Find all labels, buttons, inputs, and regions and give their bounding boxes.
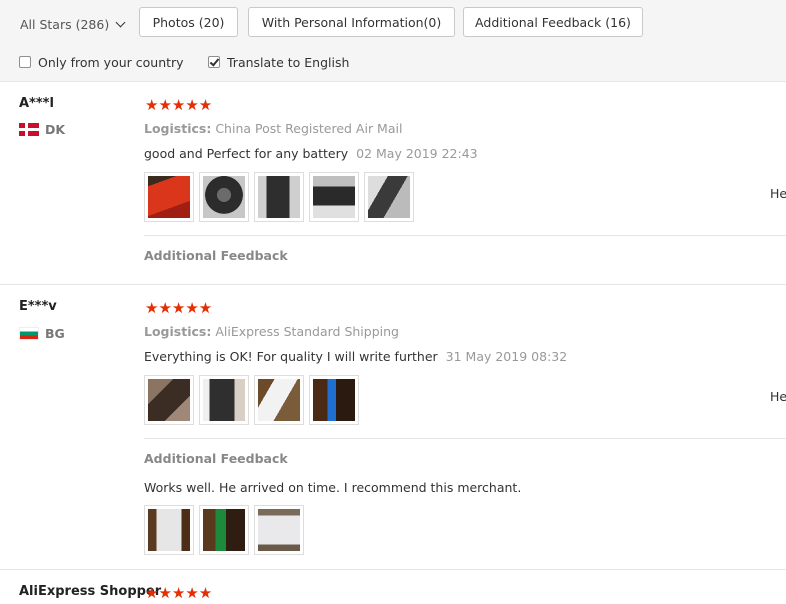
- review-item: AliExpress Shopper ★★★★★: [0, 570, 786, 604]
- denmark-flag-icon: [19, 123, 39, 136]
- star-filter-label: All Stars (286): [20, 16, 110, 32]
- review-photo-thumb[interactable]: [144, 375, 194, 425]
- star-filter-select[interactable]: All Stars (286): [20, 16, 126, 32]
- review-text-line: Everything is OK! For quality I will wri…: [144, 349, 567, 364]
- country-code: DK: [45, 122, 66, 137]
- review-item: A***l DK ★★★★★ Logistics: China Post Reg…: [0, 82, 786, 285]
- additional-feedback-photos: [144, 505, 304, 555]
- only-country-label: Only from your country: [38, 54, 184, 70]
- star-rating: ★★★★★: [145, 299, 213, 317]
- star-rating: ★★★★★: [145, 96, 213, 114]
- translate-label: Translate to English: [227, 54, 350, 70]
- additional-feedback-heading: Additional Feedback: [144, 248, 288, 263]
- additional-feedback-filter-button[interactable]: Additional Feedback (16): [463, 7, 643, 37]
- only-country-option[interactable]: Only from your country: [19, 53, 184, 71]
- review-text: good and Perfect for any battery: [144, 146, 349, 161]
- review-filter-bar: All Stars (286) Photos (20) With Persona…: [0, 0, 786, 82]
- logistics-info: Logistics: AliExpress Standard Shipping: [144, 324, 399, 339]
- logistics-key: Logistics:: [144, 324, 212, 339]
- reviewer-name: A***l: [19, 96, 54, 111]
- review-photo-thumb[interactable]: [309, 172, 359, 222]
- review-photo-thumb[interactable]: [144, 172, 194, 222]
- additional-feedback-heading: Additional Feedback: [144, 451, 288, 466]
- reviewer-name: AliExpress Shopper: [19, 584, 162, 599]
- review-photo-thumb[interactable]: [199, 172, 249, 222]
- helpful-label[interactable]: He: [770, 389, 786, 404]
- translate-option[interactable]: Translate to English: [208, 53, 349, 71]
- review-photos: [144, 375, 359, 425]
- review-item: E***v BG ★★★★★ Logistics: AliExpress Sta…: [0, 285, 786, 570]
- logistics-value: China Post Registered Air Mail: [215, 121, 403, 136]
- bulgaria-flag-icon: [19, 327, 39, 340]
- review-text-line: good and Perfect for any battery 02 May …: [144, 146, 478, 161]
- review-photo-thumb[interactable]: [254, 505, 304, 555]
- translate-checkbox[interactable]: [208, 56, 220, 68]
- review-date: 31 May 2019 08:32: [445, 349, 568, 364]
- reviewer-name: E***v: [19, 299, 57, 314]
- logistics-value: AliExpress Standard Shipping: [215, 324, 399, 339]
- review-date: 02 May 2019 22:43: [356, 146, 478, 161]
- review-photo-thumb[interactable]: [254, 375, 304, 425]
- star-rating: ★★★★★: [145, 584, 213, 602]
- country-code: BG: [45, 326, 65, 341]
- helpful-label[interactable]: He: [770, 186, 786, 201]
- review-photos: [144, 172, 414, 222]
- review-photo-thumb[interactable]: [309, 375, 359, 425]
- logistics-key: Logistics:: [144, 121, 212, 136]
- photos-filter-button[interactable]: Photos (20): [139, 7, 238, 37]
- review-photo-thumb[interactable]: [254, 172, 304, 222]
- review-text: Everything is OK! For quality I will wri…: [144, 349, 438, 364]
- divider: [144, 438, 786, 439]
- reviewer-country: DK: [19, 122, 65, 137]
- reviewer-country: BG: [19, 326, 65, 341]
- chevron-down-icon: [115, 17, 126, 28]
- review-photo-thumb[interactable]: [144, 505, 194, 555]
- review-photo-thumb[interactable]: [199, 375, 249, 425]
- personal-info-filter-button[interactable]: With Personal Information(0): [248, 7, 455, 37]
- only-country-checkbox[interactable]: [19, 56, 31, 68]
- logistics-info: Logistics: China Post Registered Air Mai…: [144, 121, 402, 136]
- divider: [144, 235, 786, 236]
- review-photo-thumb[interactable]: [364, 172, 414, 222]
- additional-feedback-text: Works well. He arrived on time. I recomm…: [144, 480, 522, 495]
- review-photo-thumb[interactable]: [199, 505, 249, 555]
